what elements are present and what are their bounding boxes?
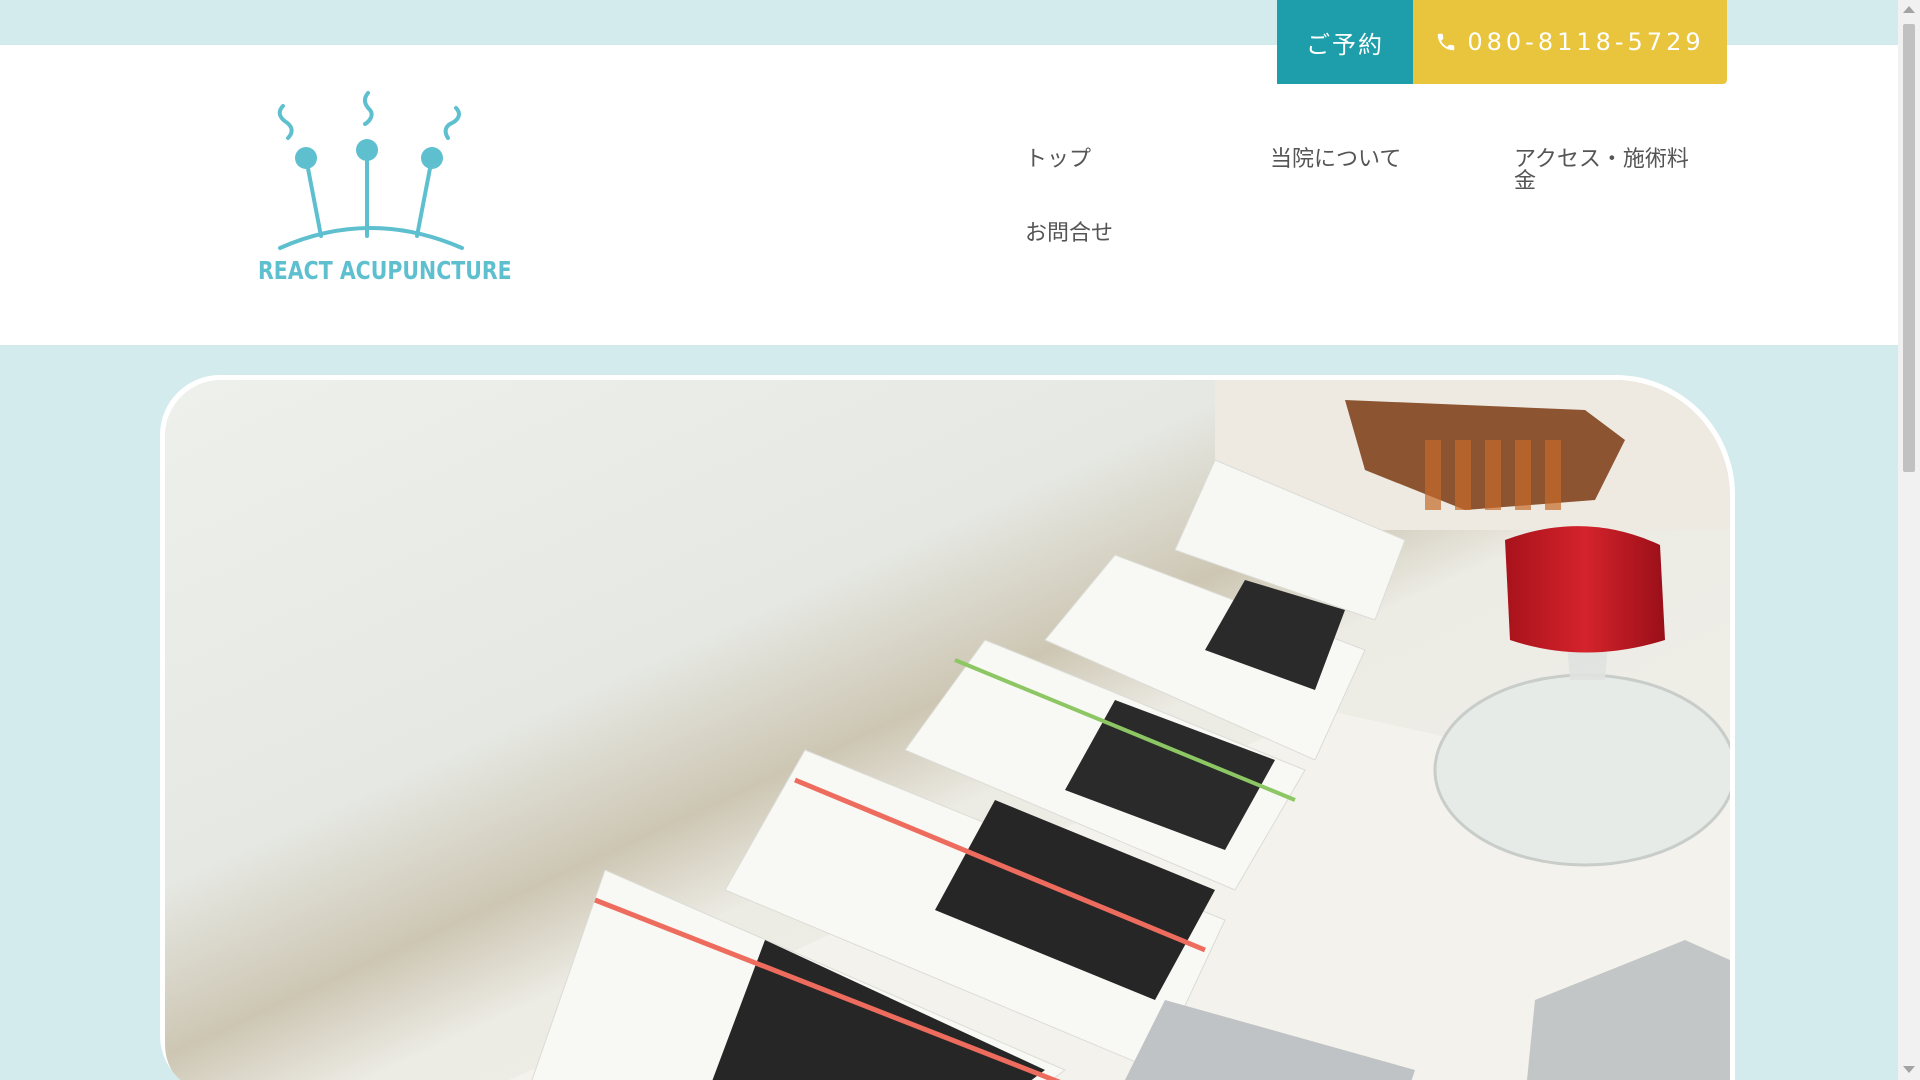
phone-icon — [1438, 33, 1455, 51]
site-logo[interactable]: REACT ACUPUNCTURE — [250, 88, 512, 298]
phone-number: 080-8118-5729 — [1467, 28, 1705, 56]
page: REACT ACUPUNCTURE ご予約 080-8118-5729 トップ … — [0, 0, 1920, 1080]
phone-button[interactable]: 080-8118-5729 — [1413, 0, 1727, 84]
page-scrollbar[interactable] — [1898, 0, 1920, 1080]
nav-item-about[interactable]: 当院について — [1270, 148, 1401, 171]
reserve-button[interactable]: ご予約 — [1277, 0, 1413, 84]
nav-item-access-fees[interactable]: アクセス・施術料 — [1514, 148, 1689, 171]
hero-image-frame — [160, 375, 1735, 1080]
logo-text: REACT ACUPUNCTURE — [258, 256, 512, 285]
acupuncture-needle-boxes-photo — [165, 380, 1730, 1080]
scroll-thumb[interactable] — [1903, 24, 1915, 472]
nav-item-contact[interactable]: お問合せ — [1025, 222, 1113, 245]
acupuncture-needles-logo-icon — [277, 91, 464, 250]
nav-item-access-fees-wrap[interactable]: 金 — [1514, 170, 1536, 193]
scroll-down-arrow-icon[interactable] — [1903, 1066, 1915, 1073]
hero-image — [165, 380, 1730, 1080]
scroll-up-arrow-icon[interactable] — [1903, 6, 1915, 13]
nav-item-top[interactable]: トップ — [1025, 148, 1091, 171]
reserve-button-label: ご予約 — [1306, 30, 1384, 59]
